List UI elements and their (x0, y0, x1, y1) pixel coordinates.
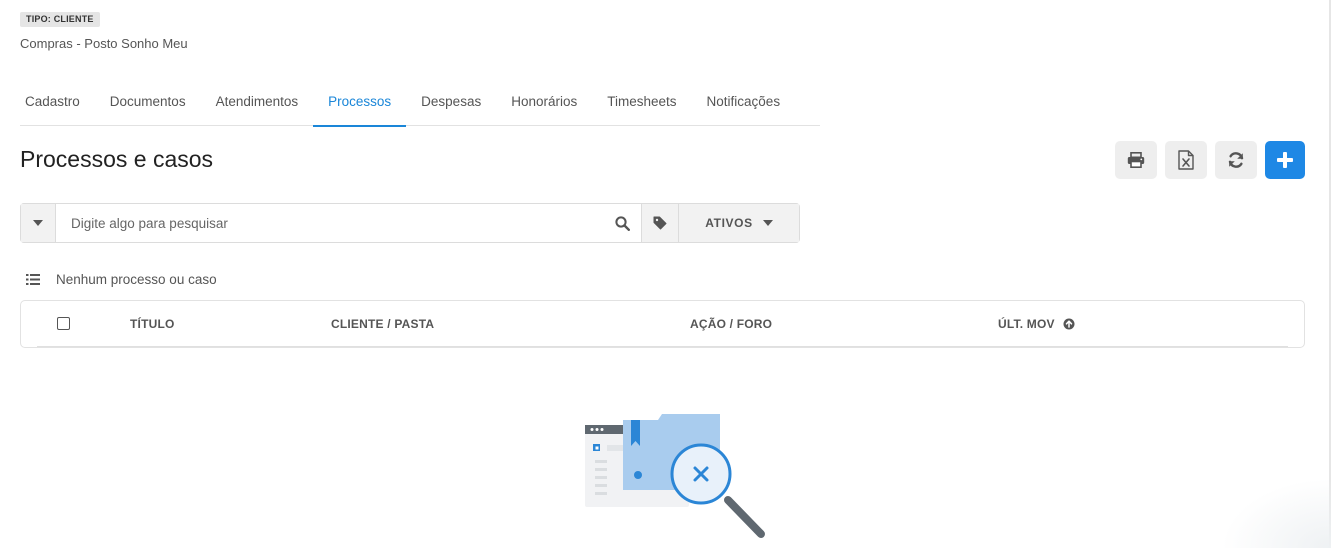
tab-bar: Cadastro Documentos Atendimentos Process… (20, 84, 820, 127)
tab-honorarios[interactable]: Honorários (496, 84, 592, 126)
select-all-checkbox[interactable] (57, 317, 70, 330)
status-filter-label: ATIVOS (705, 216, 753, 230)
results-summary: Nenhum processo ou caso (26, 272, 217, 287)
table-header: TÍTULO CLIENTE / PASTA AÇÃO / FORO ÚLT. … (37, 301, 1288, 347)
search-options-dropdown[interactable] (21, 204, 56, 242)
page-title: Processos e casos (20, 146, 214, 172)
print-icon (1127, 152, 1145, 168)
column-label: AÇÃO / FORO (690, 317, 773, 331)
tab-despesas[interactable]: Despesas (406, 84, 496, 126)
export-excel-button[interactable] (1165, 141, 1207, 179)
tab-notificacoes[interactable]: Notificações (692, 84, 796, 126)
tab-cadastro[interactable]: Cadastro (20, 84, 95, 126)
caret-down-icon (762, 220, 773, 226)
client-type-badge: TIPO: CLIENTE (20, 12, 100, 27)
caret-down-icon (33, 220, 43, 226)
status-filter-dropdown[interactable]: ATIVOS (678, 204, 799, 242)
refresh-button[interactable] (1215, 141, 1257, 179)
client-name: Compras - Posto Sonho Meu (20, 36, 188, 51)
processes-table: TÍTULO CLIENTE / PASTA AÇÃO / FORO ÚLT. … (20, 300, 1305, 348)
tab-documentos[interactable]: Documentos (95, 84, 201, 126)
print-button[interactable] (1115, 141, 1157, 179)
tab-atendimentos[interactable]: Atendimentos (201, 84, 314, 126)
plus-icon (1277, 152, 1293, 168)
tag-icon (653, 216, 667, 230)
empty-state-illustration-icon (585, 414, 765, 538)
search-input[interactable] (56, 204, 604, 242)
column-label: CLIENTE / PASTA (331, 317, 435, 331)
list-icon (26, 274, 40, 285)
tab-processos[interactable]: Processos (313, 84, 407, 127)
column-label: ÚLT. MOV (998, 317, 1055, 331)
results-count: Nenhum processo ou caso (56, 272, 217, 287)
excel-icon (1178, 150, 1194, 170)
corner-shade (1221, 478, 1331, 548)
search-bar: ATIVOS (20, 203, 800, 243)
column-cliente-pasta[interactable]: CLIENTE / PASTA (331, 301, 434, 347)
toolbar (1115, 141, 1305, 179)
column-ult-mov[interactable]: ÚLT. MOV (998, 301, 1075, 347)
tag-filter-button[interactable] (641, 204, 678, 242)
add-process-button[interactable] (1265, 141, 1305, 179)
column-label: TÍTULO (130, 317, 175, 331)
column-titulo[interactable]: TÍTULO (130, 301, 175, 347)
column-acao-foro[interactable]: AÇÃO / FORO (690, 301, 772, 347)
refresh-icon (1228, 152, 1244, 168)
search-button[interactable] (604, 204, 641, 242)
search-icon (615, 215, 630, 231)
tab-timesheets[interactable]: Timesheets (592, 84, 691, 126)
sort-ascending-icon (1063, 318, 1075, 330)
